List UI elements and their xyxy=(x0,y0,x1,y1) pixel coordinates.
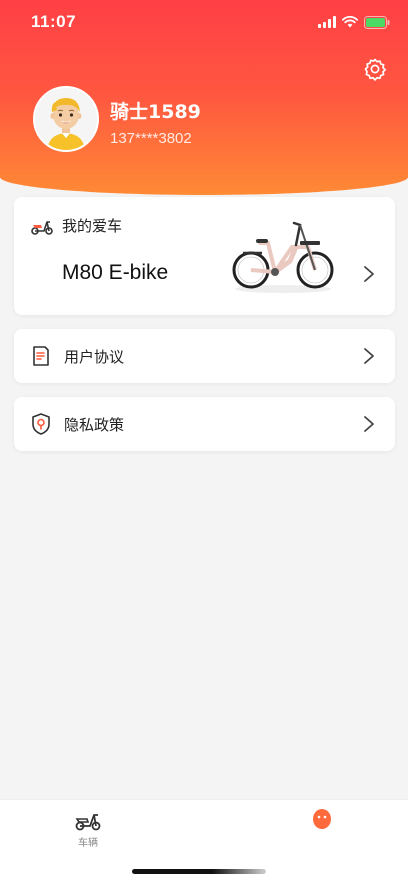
scooter-icon xyxy=(31,220,53,235)
document-icon xyxy=(33,346,49,366)
chevron-right-icon xyxy=(364,416,374,432)
privacy-shield-icon xyxy=(32,413,50,435)
user-phone: 137****3802 xyxy=(110,130,192,147)
chevron-right-icon xyxy=(364,266,374,282)
privacy-policy-label: 隐私政策 xyxy=(64,415,125,434)
my-vehicle-card[interactable]: 我的爱车 M80 E-bike xyxy=(14,197,395,315)
tab-vehicle-label: 车辆 xyxy=(78,838,98,849)
battery-icon xyxy=(364,15,390,29)
user-name: 骑士1589 xyxy=(110,101,201,123)
user-agreement-label: 用户协议 xyxy=(64,347,125,366)
user-agreement-row: 用户协议 xyxy=(30,329,124,383)
vehicle-card-header: 我的爱车 xyxy=(30,215,122,236)
chevron-right-icon xyxy=(364,348,374,364)
scooter-tab-icon xyxy=(75,814,101,831)
avatar-image xyxy=(35,88,97,150)
tab-vehicle[interactable]: 车辆 xyxy=(68,808,108,852)
status-bar: 11:07 xyxy=(0,0,408,46)
vehicle-card-title: 我的爱车 xyxy=(62,217,123,235)
e-bike-image xyxy=(232,221,334,293)
settings-button[interactable] xyxy=(361,55,389,83)
signal-icon xyxy=(318,16,336,28)
user-agreement-item[interactable]: 用户协议 xyxy=(14,329,395,383)
vehicle-model-name: M80 E-bike xyxy=(62,261,169,284)
wifi-icon xyxy=(342,16,358,28)
tab-profile-icon[interactable] xyxy=(311,808,333,830)
gear-icon xyxy=(364,58,387,81)
privacy-policy-item[interactable]: 隐私政策 xyxy=(14,397,395,451)
status-time: 11:07 xyxy=(31,12,77,31)
status-icons xyxy=(318,15,390,29)
privacy-policy-row: 隐私政策 xyxy=(30,397,124,451)
home-indicator xyxy=(132,869,266,874)
avatar[interactable] xyxy=(33,86,99,152)
